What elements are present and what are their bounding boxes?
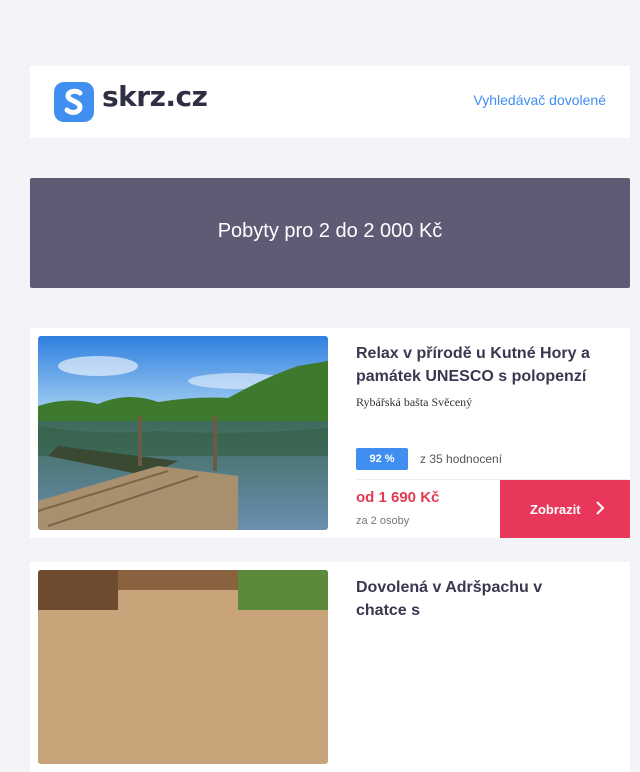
- offer-title[interactable]: Relax v přírodě u Kutné Hory a památek U…: [356, 342, 596, 388]
- offer-card[interactable]: Relax v přírodě u Kutné Hory a památek U…: [30, 328, 630, 538]
- review-count: z 35 hodnocení: [420, 452, 503, 466]
- lake-pier-photo[interactable]: [38, 336, 328, 530]
- s-logo-icon[interactable]: [54, 82, 94, 122]
- vacation-search-link[interactable]: Vyhledávač dovolené: [473, 92, 606, 108]
- header: skrz.cz Vyhledávač dovolené: [30, 66, 630, 138]
- cabin-terrace-photo[interactable]: [38, 570, 328, 764]
- logo-text[interactable]: skrz.cz: [102, 80, 208, 113]
- offer-title[interactable]: Dovolená v Adršpachu v chatce s: [356, 576, 596, 622]
- show-offer-label: Zobrazit: [530, 501, 581, 517]
- offer-price: od 1 690 Kč: [356, 489, 440, 506]
- price-note: za 2 osoby: [356, 515, 410, 527]
- banner: Pobyty pro 2 do 2 000 Kč: [30, 178, 630, 288]
- show-offer-button[interactable]: Zobrazit: [500, 480, 630, 538]
- banner-title: Pobyty pro 2 do 2 000 Kč: [217, 220, 443, 242]
- chevron-right-icon: [595, 500, 605, 519]
- rating-badge: 92 %: [356, 448, 408, 470]
- offer-card[interactable]: Dovolená v Adršpachu v chatce s: [30, 562, 630, 772]
- offer-hotel-name: Rybářská bašta Svěcený: [356, 395, 473, 409]
